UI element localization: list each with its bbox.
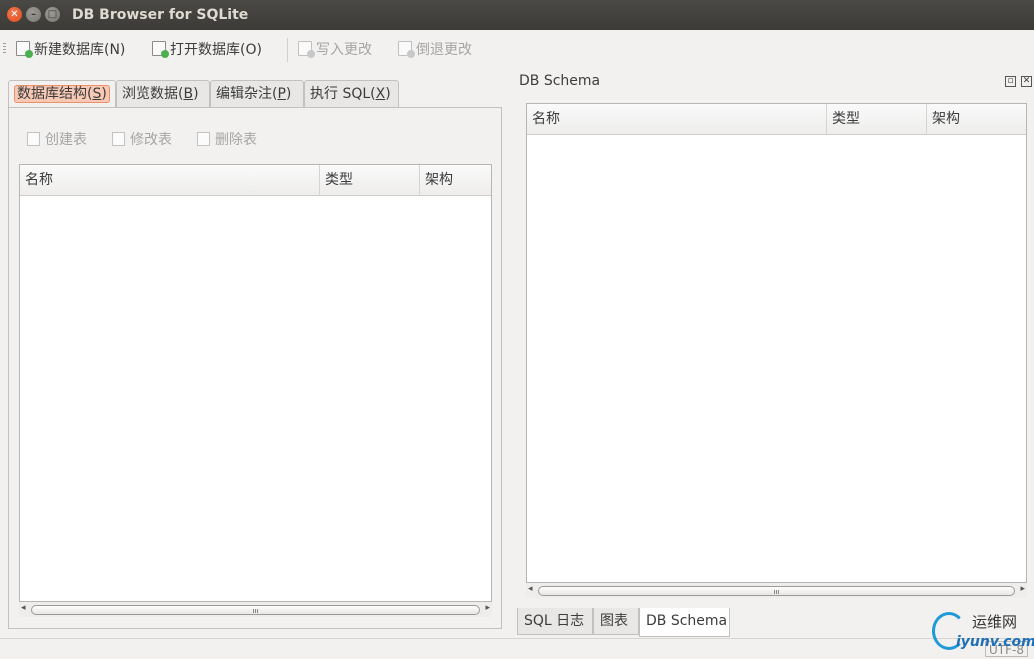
modify-table-button[interactable]: 修改表 bbox=[112, 130, 172, 150]
schema-scrollbar-thumb[interactable] bbox=[538, 586, 1015, 596]
column-header-name[interactable]: 名称 bbox=[20, 165, 320, 196]
dock-close-icon[interactable]: ✕ bbox=[1021, 76, 1032, 87]
watermark-top-text: 运维网 bbox=[972, 613, 1018, 631]
revert-changes-icon bbox=[398, 41, 415, 58]
tab-db-schema[interactable]: DB Schema bbox=[639, 608, 730, 637]
main-toolbar: 新建数据库(N) 打开数据库(O) 写入更改 倒退更改 bbox=[0, 30, 1034, 70]
toolbar-grip-icon[interactable] bbox=[3, 43, 6, 55]
dock-float-icon[interactable]: ▫ bbox=[1005, 76, 1016, 87]
create-table-icon bbox=[27, 132, 40, 146]
minimize-window-button[interactable]: – bbox=[26, 7, 41, 22]
new-database-button[interactable]: 新建数据库(N) bbox=[16, 40, 125, 60]
tab-database-structure[interactable]: 数据库结构(S) bbox=[8, 80, 116, 108]
window-title: DB Browser for SQLite bbox=[72, 7, 249, 23]
write-changes-icon bbox=[298, 41, 315, 58]
close-window-button[interactable]: ✕ bbox=[7, 7, 22, 22]
schema-tree-header: 名称 类型 架构 bbox=[527, 104, 1026, 135]
column-header-schema[interactable]: 架构 bbox=[420, 165, 491, 196]
watermark-bottom-text: iyunv.com bbox=[956, 634, 1034, 650]
tab-browse-data[interactable]: 浏览数据(B) bbox=[116, 80, 210, 107]
schema-scroll-left-icon[interactable]: ◂ bbox=[528, 584, 533, 594]
open-database-button[interactable]: 打开数据库(O) bbox=[152, 40, 262, 60]
schema-column-header-type[interactable]: 类型 bbox=[827, 104, 927, 135]
structure-tree[interactable]: 名称 类型 架构 bbox=[19, 164, 492, 602]
schema-horizontal-scrollbar[interactable]: ◂ ▸ bbox=[526, 583, 1027, 598]
scrollbar-thumb[interactable] bbox=[31, 605, 480, 615]
revert-changes-button[interactable]: 倒退更改 bbox=[398, 40, 472, 60]
tab-edit-pragmas[interactable]: 编辑杂注(P) bbox=[210, 80, 304, 107]
title-bar: ✕ – □ DB Browser for SQLite bbox=[0, 0, 1034, 30]
schema-scroll-right-icon[interactable]: ▸ bbox=[1020, 584, 1025, 594]
delete-table-button[interactable]: 删除表 bbox=[197, 130, 257, 150]
tab-plot[interactable]: 图表 bbox=[593, 608, 639, 635]
delete-table-icon bbox=[197, 132, 210, 146]
modify-table-icon bbox=[112, 132, 125, 146]
dock-title: DB Schema bbox=[519, 73, 601, 89]
tab-sql-log[interactable]: SQL 日志 bbox=[517, 608, 593, 635]
tab-execute-sql[interactable]: 执行 SQL(X) bbox=[304, 80, 399, 107]
open-database-icon bbox=[152, 41, 169, 58]
scroll-right-icon[interactable]: ▸ bbox=[485, 603, 490, 613]
column-header-type[interactable]: 类型 bbox=[320, 165, 420, 196]
create-table-button[interactable]: 创建表 bbox=[27, 130, 87, 150]
structure-horizontal-scrollbar[interactable]: ◂ ▸ bbox=[19, 602, 492, 617]
status-bar bbox=[0, 638, 1034, 659]
new-database-icon bbox=[16, 41, 33, 58]
scroll-left-icon[interactable]: ◂ bbox=[21, 603, 26, 613]
toolbar-separator bbox=[287, 38, 288, 62]
schema-column-header-schema[interactable]: 架构 bbox=[927, 104, 1026, 135]
scrollbar-grip-icon bbox=[252, 609, 259, 613]
database-structure-pane: 创建表 修改表 删除表 名称 类型 架构 ◂ ▸ bbox=[8, 107, 502, 629]
schema-column-header-name[interactable]: 名称 bbox=[527, 104, 827, 135]
schema-tree[interactable]: 名称 类型 架构 bbox=[526, 103, 1027, 583]
write-changes-button[interactable]: 写入更改 bbox=[298, 40, 372, 60]
schema-scrollbar-grip-icon bbox=[773, 590, 780, 594]
watermark-logo: 运维网 iyunv.com bbox=[930, 610, 1034, 658]
structure-tree-header: 名称 类型 架构 bbox=[20, 165, 491, 196]
maximize-window-button[interactable]: □ bbox=[45, 7, 60, 22]
